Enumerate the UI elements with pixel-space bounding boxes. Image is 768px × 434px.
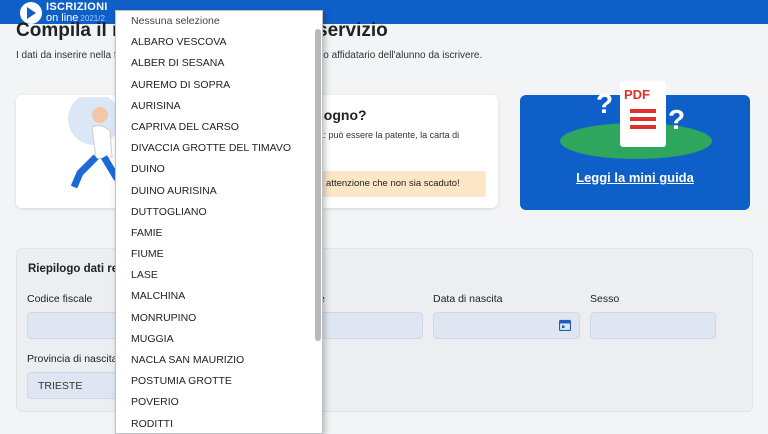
data-nascita-label: Data di nascita bbox=[433, 293, 503, 305]
dropdown-option[interactable]: FAMIE bbox=[116, 223, 322, 244]
dropdown-option[interactable]: POVERIO bbox=[116, 392, 322, 413]
dropdown-option[interactable]: DUINO bbox=[116, 159, 322, 180]
dropdown-scrollbar[interactable] bbox=[315, 29, 321, 341]
pdf-label: PDF bbox=[624, 87, 650, 102]
dropdown-option[interactable]: MONRUPINO bbox=[116, 308, 322, 329]
dropdown-option[interactable]: LASE bbox=[116, 265, 322, 286]
page-title-left: Compila il m bbox=[16, 20, 129, 41]
cognome-field[interactable] bbox=[317, 312, 423, 339]
codice-fiscale-field[interactable] bbox=[27, 312, 122, 339]
dropdown-option[interactable]: MUGGIA bbox=[116, 329, 322, 350]
comune-dropdown-list[interactable]: Nessuna selezione ALBARO VESCOVA ALBER DI … bbox=[115, 10, 323, 434]
dropdown-option[interactable]: AURISINA bbox=[116, 96, 322, 117]
page-title: Compila il m servizio bbox=[16, 20, 388, 42]
dropdown-option[interactable]: FIUME bbox=[116, 244, 322, 265]
page-subtitle-right: ore o affidatario dell'alunno da iscrive… bbox=[306, 50, 483, 61]
dropdown-option[interactable]: AUREMO DI SOPRA bbox=[116, 75, 322, 96]
question-mark-icon: ? bbox=[668, 104, 685, 135]
dropdown-option[interactable]: NACLA SAN MAURIZIO bbox=[116, 350, 322, 371]
dropdown-option[interactable]: RODITTI bbox=[116, 414, 322, 433]
warning-text: ai attenzione che non sia scaduto! bbox=[316, 178, 460, 189]
pdf-document-icon: ? ? PDF bbox=[560, 81, 712, 159]
dropdown-option[interactable]: ALBER DI SESANA bbox=[116, 53, 322, 74]
sesso-field[interactable] bbox=[590, 312, 716, 339]
dropdown-option[interactable]: ALBARO VESCOVA bbox=[116, 32, 322, 53]
provincia-nascita-select[interactable]: TRIESTE bbox=[27, 372, 122, 399]
dropdown-option-none[interactable]: Nessuna selezione bbox=[116, 11, 322, 32]
info-title: sogno? bbox=[316, 107, 367, 123]
dropdown-option[interactable]: DIVACCIA GROTTE DEL TIMAVO bbox=[116, 138, 322, 159]
warning-box: ai attenzione che non sia scaduto! bbox=[316, 171, 486, 197]
mini-guide-card[interactable]: ? ? PDF Leggi la mini guida bbox=[520, 81, 750, 210]
page-subtitle: I dati da inserire nella f ore o affidat… bbox=[16, 50, 482, 61]
dropdown-option[interactable]: POSTUMIA GROTTE bbox=[116, 371, 322, 392]
provincia-nascita-label: Provincia di nascita bbox=[27, 353, 118, 365]
info-text: tà: può essere la patente, la carta di bbox=[316, 130, 460, 140]
dropdown-option[interactable]: DUTTOGLIANO bbox=[116, 202, 322, 223]
dropdown-option[interactable]: MALCHINA bbox=[116, 286, 322, 307]
data-nascita-field[interactable] bbox=[433, 312, 580, 339]
dropdown-option[interactable]: CAPRIVA DEL CARSO bbox=[116, 117, 322, 138]
summary-title: Riepilogo dati reg bbox=[28, 263, 126, 275]
page-subtitle-left: I dati da inserire nella f bbox=[16, 50, 117, 61]
question-mark-icon: ? bbox=[596, 88, 613, 119]
dropdown-option[interactable]: DUINO AURISINA bbox=[116, 181, 322, 202]
mini-guide-link[interactable]: Leggi la mini guida bbox=[520, 170, 750, 185]
codice-fiscale-label: Codice fiscale bbox=[27, 293, 93, 305]
calendar-icon[interactable] bbox=[559, 319, 571, 331]
page-title-right: servizio bbox=[317, 20, 388, 41]
sesso-label: Sesso bbox=[590, 293, 620, 305]
